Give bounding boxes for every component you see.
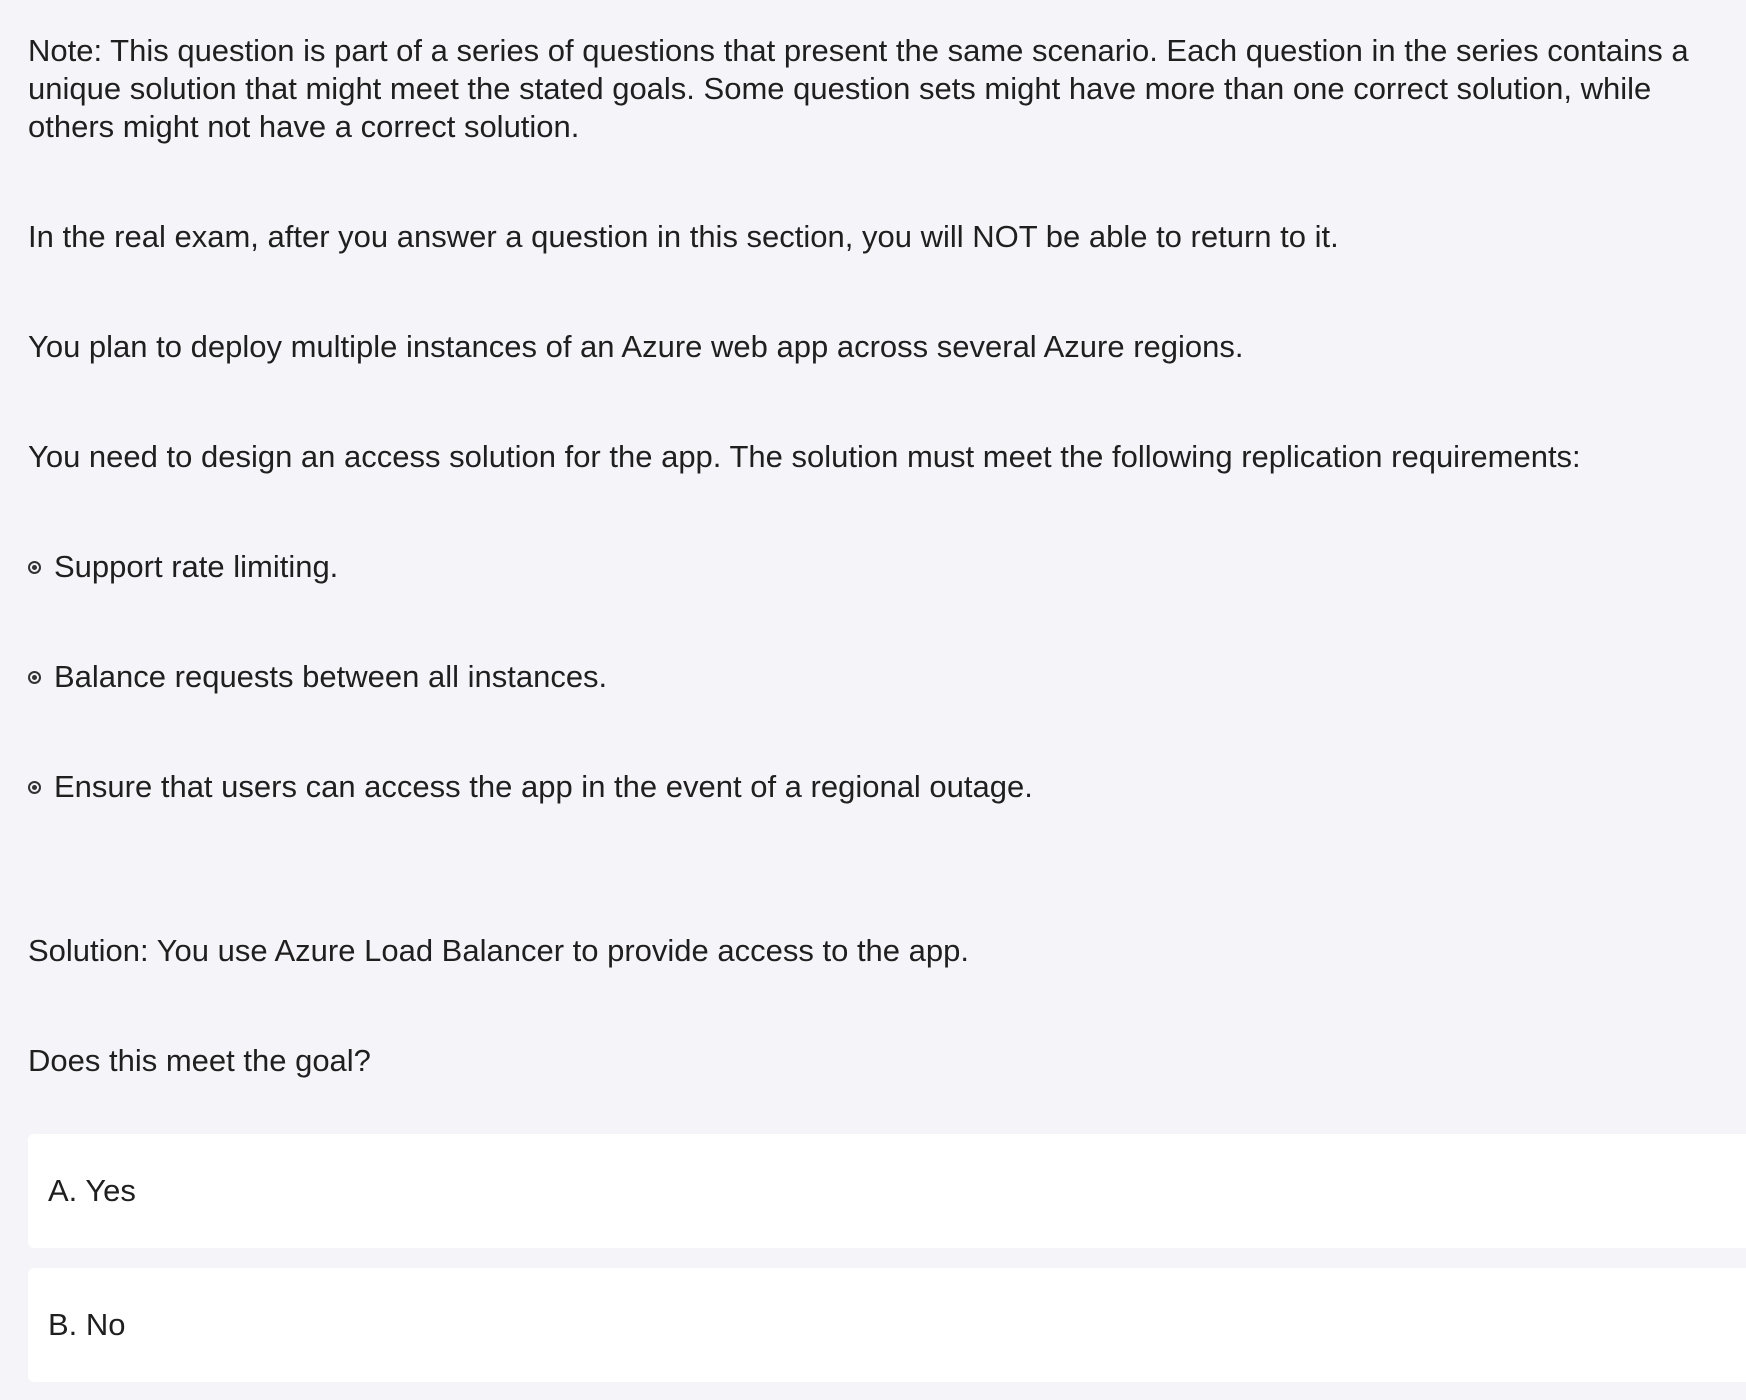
requirement-text: Support rate limiting. (54, 549, 339, 584)
question-text: Does this meet the goal? (28, 1043, 371, 1078)
radio-bullet-icon (28, 780, 41, 794)
exam-note: In the real exam, after you answer a que… (28, 219, 1339, 254)
requirement-text: Ensure that users can access the app in … (54, 769, 1033, 804)
requirement-text: Balance requests between all instances. (54, 659, 608, 694)
answer-option-a[interactable]: A. Yes (28, 1134, 1746, 1248)
requirement-item: Balance requests between all instances. (28, 658, 1746, 696)
answer-label: B. No (48, 1307, 126, 1342)
requirements-intro: You need to design an access solution fo… (28, 439, 1581, 474)
question-page: Note: This question is part of a series … (0, 0, 1746, 1400)
requirements-list: Support rate limiting. Balance requests … (28, 548, 1746, 806)
solution-text: Solution: You use Azure Load Balancer to… (28, 933, 969, 968)
requirement-item: Support rate limiting. (28, 548, 1746, 586)
radio-bullet-icon (28, 560, 41, 574)
answer-options: A. Yes B. No (28, 1134, 1746, 1382)
answer-label: A. Yes (48, 1173, 136, 1208)
scenario-text: You plan to deploy multiple instances of… (28, 329, 1244, 364)
requirement-item: Ensure that users can access the app in … (28, 768, 1746, 806)
radio-bullet-icon (28, 670, 41, 684)
answer-option-b[interactable]: B. No (28, 1268, 1746, 1382)
series-note: Note: This question is part of a series … (28, 33, 1689, 144)
